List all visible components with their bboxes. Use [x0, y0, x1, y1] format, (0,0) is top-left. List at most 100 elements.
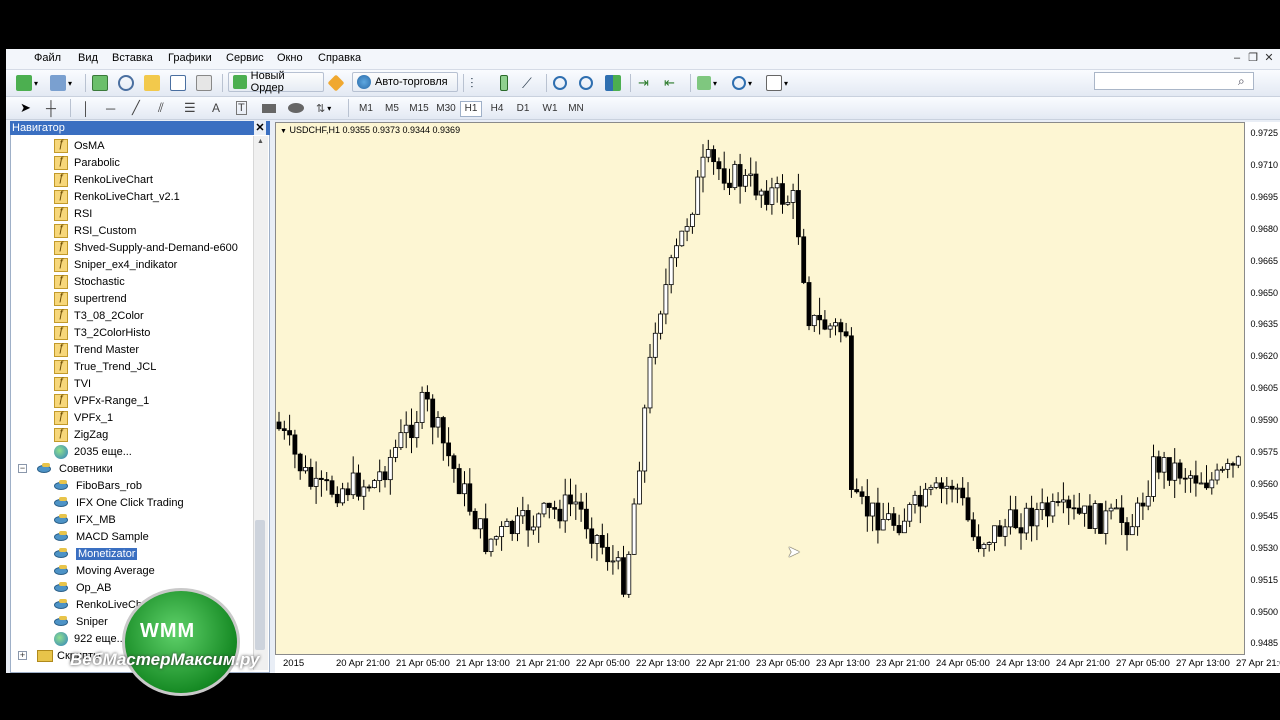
- search-input[interactable]: [1094, 72, 1254, 90]
- terminal-icon[interactable]: [170, 73, 186, 93]
- indicator-item[interactable]: RenkoLiveChart_v2.1: [54, 188, 180, 205]
- indicator-item[interactable]: Sniper_ex4_indikator: [54, 256, 177, 273]
- zoom-out-icon[interactable]: [579, 73, 593, 93]
- expert-item[interactable]: Sniper: [54, 613, 108, 630]
- candle: [403, 411, 409, 449]
- indicator-label: ZigZag: [74, 428, 109, 441]
- expand-icon[interactable]: +: [18, 651, 27, 660]
- expert-item[interactable]: Moving Average: [54, 562, 155, 579]
- close-icon[interactable]: ✕: [1262, 51, 1276, 65]
- navigator-scroll-thumb[interactable]: [255, 520, 265, 650]
- timeframe-d1[interactable]: D1: [511, 101, 535, 117]
- search-icon[interactable]: ⌕: [1238, 74, 1245, 89]
- indicator-item[interactable]: RSI_Custom: [54, 222, 136, 239]
- indicator-item[interactable]: Trend Master: [54, 341, 139, 358]
- indicators-icon[interactable]: ▾: [697, 73, 717, 93]
- bar-chart-icon[interactable]: ⫶: [470, 73, 474, 93]
- indicator-item[interactable]: VPFx_1: [54, 409, 113, 426]
- rectangle-icon[interactable]: [262, 98, 276, 118]
- scroll-up-icon[interactable]: ▲: [257, 138, 264, 145]
- candlesticks-icon[interactable]: [496, 73, 508, 93]
- expert-item[interactable]: IFX One Click Trading: [54, 494, 184, 511]
- minimize-icon[interactable]: –: [1230, 51, 1244, 65]
- text-label-icon[interactable]: T: [236, 98, 247, 118]
- fibonacci-icon[interactable]: ☰: [184, 98, 196, 118]
- tile-windows-icon[interactable]: [605, 73, 621, 93]
- menu-tools[interactable]: Сервис: [226, 52, 264, 64]
- restore-icon[interactable]: ❐: [1246, 51, 1260, 65]
- expert-item-selected[interactable]: Monetizator: [54, 545, 138, 562]
- indicator-item[interactable]: True_Trend_JCL: [54, 358, 156, 375]
- templates-icon[interactable]: ▾: [766, 73, 788, 93]
- chart-shift-icon[interactable]: ⇥: [638, 73, 649, 93]
- menu-file[interactable]: Файл: [34, 52, 61, 64]
- periods-icon[interactable]: ▾: [732, 73, 752, 93]
- metaeditor-icon[interactable]: [327, 73, 345, 93]
- indicator-icon: [54, 359, 68, 374]
- auto-scroll-icon[interactable]: ⇤: [664, 73, 675, 93]
- indicator-item[interactable]: supertrend: [54, 290, 127, 307]
- indicator-item[interactable]: OsMA: [54, 137, 105, 154]
- indicator-item[interactable]: T3_2ColorHisto: [54, 324, 150, 341]
- new-chart-icon[interactable]: ▾: [16, 73, 38, 93]
- timeframe-m30[interactable]: M30: [433, 101, 459, 117]
- menu-window[interactable]: Окно: [277, 52, 303, 64]
- candle: [1055, 492, 1061, 507]
- vertical-line-icon[interactable]: │: [82, 98, 90, 118]
- indicator-item[interactable]: ZigZag: [54, 426, 108, 443]
- channel-icon[interactable]: ⫽: [158, 98, 164, 118]
- indicator-item[interactable]: TVI: [54, 375, 91, 392]
- expert-item[interactable]: FiboBars_rob: [54, 477, 142, 494]
- indicator-item[interactable]: T3_08_2Color: [54, 307, 144, 324]
- expert-label: Op_AB: [76, 581, 112, 594]
- more-indicators-item[interactable]: 2035 еще...: [54, 443, 132, 460]
- indicator-item[interactable]: Stochastic: [54, 273, 125, 290]
- profiles-icon[interactable]: ▾: [50, 73, 72, 93]
- market-watch-icon[interactable]: [92, 73, 108, 93]
- timeframe-mn[interactable]: MN: [564, 101, 588, 117]
- menu-help[interactable]: Справка: [318, 52, 361, 64]
- data-window-icon[interactable]: [118, 73, 134, 93]
- timeframe-w1[interactable]: W1: [538, 101, 562, 117]
- arrows-icon[interactable]: ⇅ ▾: [316, 98, 331, 118]
- time-axis[interactable]: 2015 20 Apr 21:00 21 Apr 05:00 21 Apr 13:00…: [275, 655, 1280, 673]
- more-experts-item[interactable]: 922 еще...: [54, 630, 126, 647]
- expert-item[interactable]: Op_AB: [54, 579, 111, 596]
- trendline-icon[interactable]: ╱: [132, 98, 140, 118]
- expert-item[interactable]: MACD Sample: [54, 528, 149, 545]
- timeframe-m15[interactable]: M15: [406, 101, 432, 117]
- collapse-icon[interactable]: −: [18, 464, 27, 473]
- menu-insert[interactable]: Вставка: [112, 52, 153, 64]
- experts-folder[interactable]: − Советники: [18, 460, 113, 477]
- strategy-tester-icon[interactable]: [196, 73, 212, 93]
- indicator-item[interactable]: Shved-Supply-and-Demand-e600: [54, 239, 238, 256]
- autotrading-button[interactable]: Авто-торговля: [352, 72, 458, 92]
- candle: [1103, 500, 1109, 545]
- timeframe-m1[interactable]: M1: [354, 101, 378, 117]
- ellipse-icon[interactable]: [288, 98, 304, 118]
- navigator-icon[interactable]: [144, 73, 160, 93]
- zoom-in-icon[interactable]: [553, 73, 567, 93]
- line-chart-icon[interactable]: ⟋: [522, 73, 532, 93]
- indicator-item[interactable]: RenkoLiveChart: [54, 171, 153, 188]
- menu-view[interactable]: Вид: [78, 52, 98, 64]
- price-tick-label: 0.9485: [1250, 638, 1278, 649]
- timeframe-h4[interactable]: H4: [485, 101, 509, 117]
- horizontal-line-icon[interactable]: ─: [106, 98, 115, 118]
- candle: [515, 507, 520, 542]
- price-axis[interactable]: 0.9725 0.9710 0.9695 0.9680 0.9665 0.9650 0.96…: [1245, 122, 1280, 655]
- indicator-item[interactable]: RSI: [54, 205, 92, 222]
- indicator-item[interactable]: VPFx-Range_1: [54, 392, 149, 409]
- crosshair-icon[interactable]: ┼: [46, 98, 56, 118]
- text-icon[interactable]: A: [212, 98, 220, 118]
- indicator-icon: [54, 410, 68, 425]
- cursor-icon[interactable]: ➤: [20, 98, 31, 118]
- timeframe-m5[interactable]: M5: [380, 101, 404, 117]
- candle: [372, 478, 377, 489]
- indicator-item[interactable]: Parabolic: [54, 154, 120, 171]
- menu-charts[interactable]: Графики: [168, 52, 212, 64]
- expert-item[interactable]: IFX_MB: [54, 511, 116, 528]
- navigator-close-icon[interactable]: ✕: [254, 121, 266, 135]
- timeframe-h1[interactable]: H1: [460, 101, 482, 117]
- new-order-button[interactable]: Новый Ордер: [228, 70, 324, 94]
